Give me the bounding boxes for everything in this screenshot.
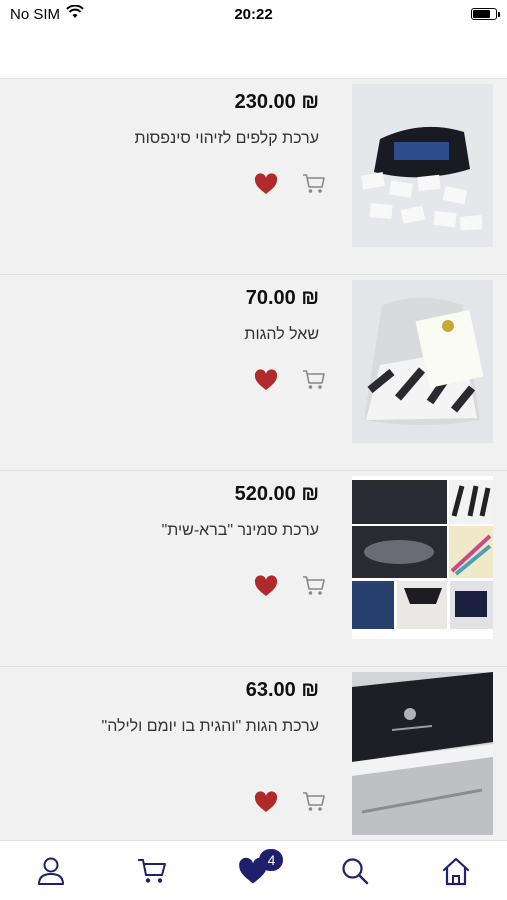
heart-icon[interactable] xyxy=(253,367,279,393)
product-item[interactable]: ₪ 70.00 שאל להגות xyxy=(0,275,507,471)
tab-cart[interactable] xyxy=(132,851,172,891)
cart-icon[interactable] xyxy=(301,573,327,599)
cart-icon[interactable] xyxy=(301,367,327,393)
product-actions xyxy=(253,573,327,599)
product-price: ₪ 230.00 xyxy=(234,91,319,113)
home-icon xyxy=(443,857,470,885)
product-list[interactable]: ₪ 230.00 ערכת קלפים לזיהוי סינפסות ₪ 70.… xyxy=(0,79,507,841)
tab-search[interactable] xyxy=(335,851,375,891)
status-bar: No SIM 20:22 xyxy=(0,0,507,28)
product-price: ₪ 63.00 xyxy=(245,679,319,701)
status-left: No SIM xyxy=(10,4,84,23)
tab-home[interactable] xyxy=(436,851,476,891)
product-image[interactable] xyxy=(352,280,493,443)
product-price: ₪ 70.00 xyxy=(245,287,319,309)
product-actions xyxy=(253,367,327,393)
carrier-label: No SIM xyxy=(10,5,61,23)
product-image[interactable] xyxy=(352,84,493,247)
search-icon xyxy=(342,857,369,884)
wifi-icon xyxy=(66,4,84,23)
cart-icon[interactable] xyxy=(301,171,327,197)
product-title[interactable]: ערכת קלפים לזיהוי סינפסות xyxy=(59,127,319,151)
product-actions xyxy=(253,789,327,815)
product-item[interactable]: ₪ 63.00 ערכת הגות "והגית בו יומם ולילה" xyxy=(0,667,507,841)
heart-icon[interactable] xyxy=(253,789,279,815)
app-header xyxy=(0,28,507,79)
user-icon xyxy=(37,857,64,885)
battery-icon xyxy=(471,8,500,20)
cart-icon xyxy=(138,858,167,883)
product-price: ₪ 520.00 xyxy=(234,483,319,505)
product-image[interactable] xyxy=(352,476,493,639)
cart-icon[interactable] xyxy=(301,789,327,815)
product-item[interactable]: ₪ 230.00 ערכת קלפים לזיהוי סינפסות xyxy=(0,79,507,275)
bottom-tab-bar: 4 xyxy=(0,840,507,900)
heart-icon[interactable] xyxy=(253,171,279,197)
product-title[interactable]: שאל להגות xyxy=(59,323,319,347)
product-actions xyxy=(253,171,327,197)
product-title[interactable]: ערכת סמינר "ברא-שית" xyxy=(59,519,319,543)
product-image[interactable] xyxy=(352,672,493,835)
product-item[interactable]: ₪ 520.00 ערכת סמינר "ברא-שית" xyxy=(0,471,507,667)
favorites-count-badge: 4 xyxy=(259,848,284,871)
tab-profile[interactable] xyxy=(31,851,71,891)
product-title[interactable]: ערכת הגות "והגית בו יומם ולילה" xyxy=(59,715,319,739)
heart-icon[interactable] xyxy=(253,573,279,599)
tab-favorites[interactable]: 4 xyxy=(233,848,284,891)
